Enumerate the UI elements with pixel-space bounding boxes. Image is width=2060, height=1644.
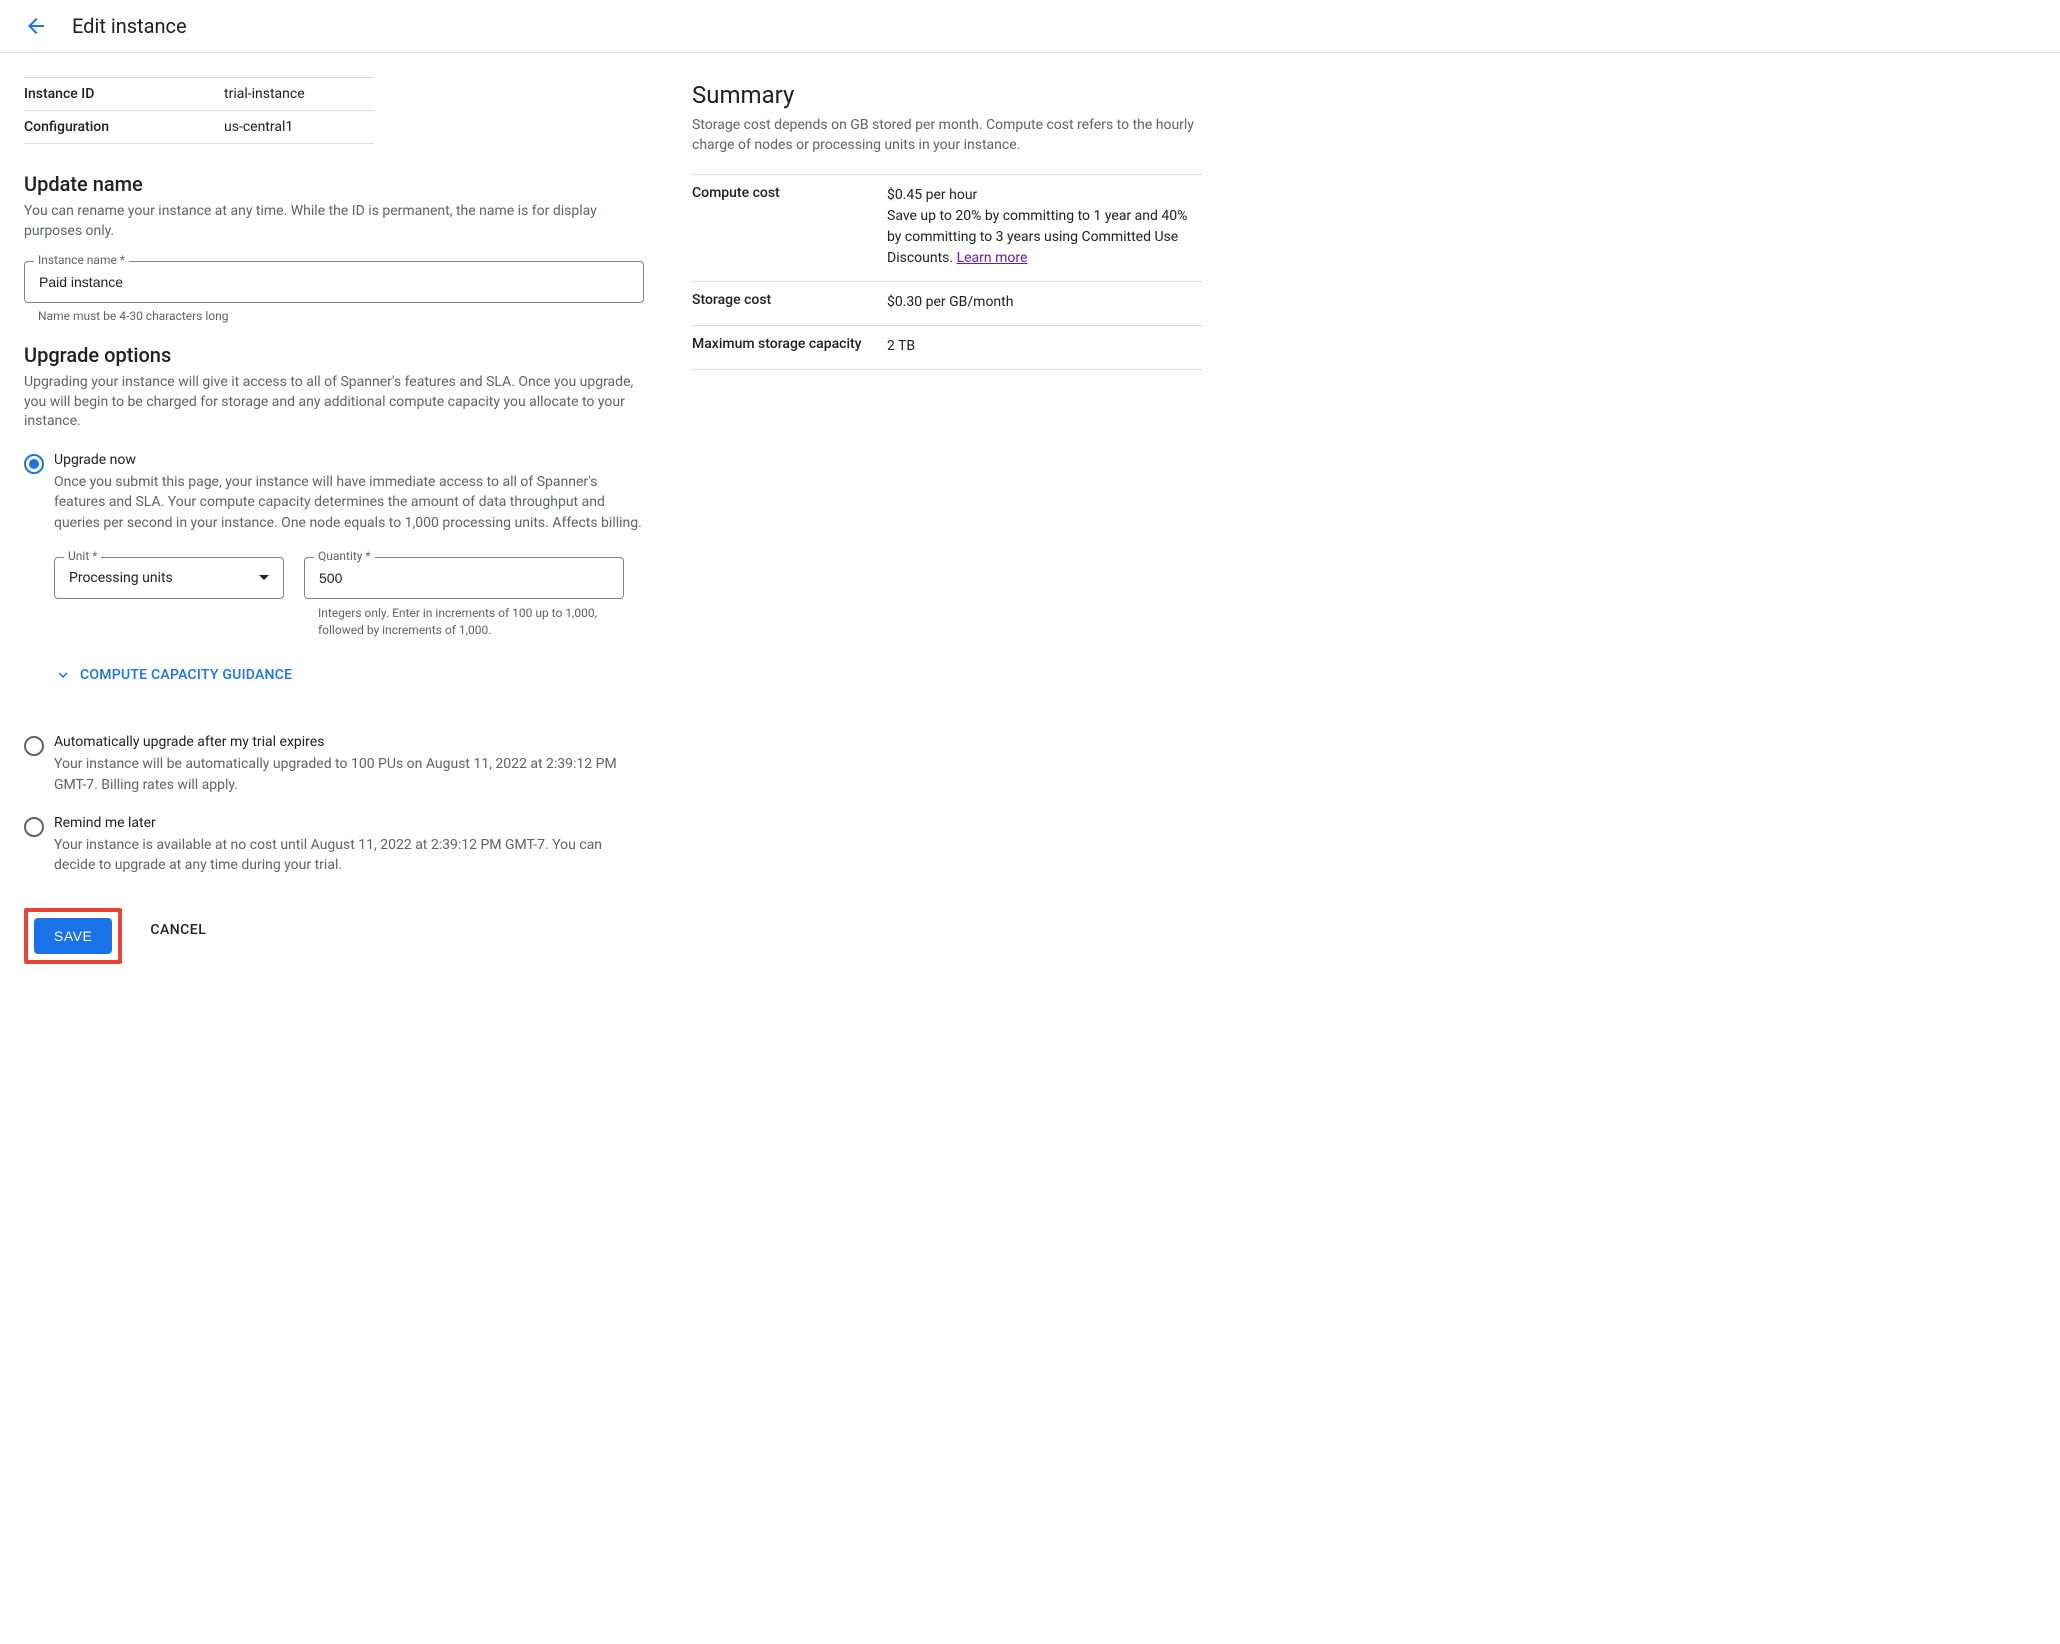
dropdown-arrow-icon <box>259 575 269 580</box>
compute-cost-value: $0.45 per hour <box>887 185 1202 206</box>
topbar: Edit instance <box>0 0 2060 53</box>
page-title: Edit instance <box>72 14 187 38</box>
radio-input-upgrade-now[interactable] <box>24 454 44 474</box>
update-name-desc: You can rename your instance at any time… <box>24 202 644 241</box>
compute-cost-extra: Save up to 20% by committing to 1 year a… <box>887 206 1202 269</box>
radio-desc-auto-upgrade: Your instance will be automatically upgr… <box>54 754 644 795</box>
meta-row-configuration: Configuration us-central1 <box>24 111 374 144</box>
back-arrow-icon[interactable] <box>24 14 48 38</box>
summary-row-compute: Compute cost $0.45 per hour Save up to 2… <box>692 174 1202 281</box>
radio-upgrade-now[interactable]: Upgrade now Once you submit this page, y… <box>24 452 644 714</box>
summary-row-storage: Storage cost $0.30 per GB/month <box>692 281 1202 325</box>
storage-cost-label: Storage cost <box>692 281 887 325</box>
max-storage-value: 2 TB <box>887 325 1202 369</box>
summary-row-max-storage: Maximum storage capacity 2 TB <box>692 325 1202 369</box>
summary-table: Compute cost $0.45 per hour Save up to 2… <box>692 174 1202 370</box>
radio-input-remind-later[interactable] <box>24 817 44 837</box>
compute-capacity-guidance-label: COMPUTE CAPACITY GUIDANCE <box>80 667 292 683</box>
instance-id-label: Instance ID <box>24 78 224 111</box>
radio-desc-upgrade-now: Once you submit this page, your instance… <box>54 472 644 533</box>
instance-name-input[interactable] <box>24 261 644 303</box>
instance-name-helper: Name must be 4-30 characters long <box>38 309 644 323</box>
configuration-label: Configuration <box>24 111 224 144</box>
update-name-title: Update name <box>24 172 644 196</box>
summary-desc: Storage cost depends on GB stored per mo… <box>692 115 1202 156</box>
quantity-label: Quantity * <box>314 549 375 563</box>
instance-name-field-wrapper: Instance name * <box>24 261 644 303</box>
compute-cost-label: Compute cost <box>692 174 887 281</box>
unit-label: Unit * <box>64 549 101 563</box>
summary-title: Summary <box>692 81 1202 109</box>
upgrade-radio-group: Upgrade now Once you submit this page, y… <box>24 452 644 876</box>
radio-auto-upgrade[interactable]: Automatically upgrade after my trial exp… <box>24 734 644 795</box>
quantity-helper: Integers only. Enter in increments of 10… <box>318 605 624 639</box>
upgrade-options-desc: Upgrading your instance will give it acc… <box>24 373 644 432</box>
radio-desc-remind-later: Your instance is available at no cost un… <box>54 835 644 876</box>
radio-label-remind-later: Remind me later <box>54 815 644 831</box>
meta-row-instance-id: Instance ID trial-instance <box>24 78 374 111</box>
radio-input-auto-upgrade[interactable] <box>24 736 44 756</box>
cancel-button[interactable]: CANCEL <box>150 912 206 948</box>
unit-select-value: Processing units <box>69 570 173 586</box>
radio-label-auto-upgrade: Automatically upgrade after my trial exp… <box>54 734 644 750</box>
instance-id-value: trial-instance <box>224 78 374 111</box>
save-button[interactable]: SAVE <box>34 918 112 954</box>
max-storage-label: Maximum storage capacity <box>692 325 887 369</box>
compute-capacity-guidance-toggle[interactable]: COMPUTE CAPACITY GUIDANCE <box>54 666 644 684</box>
instance-meta-table: Instance ID trial-instance Configuration… <box>24 77 374 144</box>
radio-label-upgrade-now: Upgrade now <box>54 452 644 468</box>
quantity-input[interactable] <box>304 557 624 599</box>
chevron-down-icon <box>54 666 72 684</box>
configuration-value: us-central1 <box>224 111 374 144</box>
instance-name-label: Instance name * <box>34 253 129 267</box>
learn-more-link[interactable]: Learn more <box>957 250 1028 266</box>
radio-remind-later[interactable]: Remind me later Your instance is availab… <box>24 815 644 876</box>
storage-cost-value: $0.30 per GB/month <box>887 281 1202 325</box>
unit-select[interactable]: Processing units <box>54 557 284 599</box>
upgrade-options-title: Upgrade options <box>24 343 644 367</box>
action-button-highlight: SAVE <box>24 908 122 964</box>
